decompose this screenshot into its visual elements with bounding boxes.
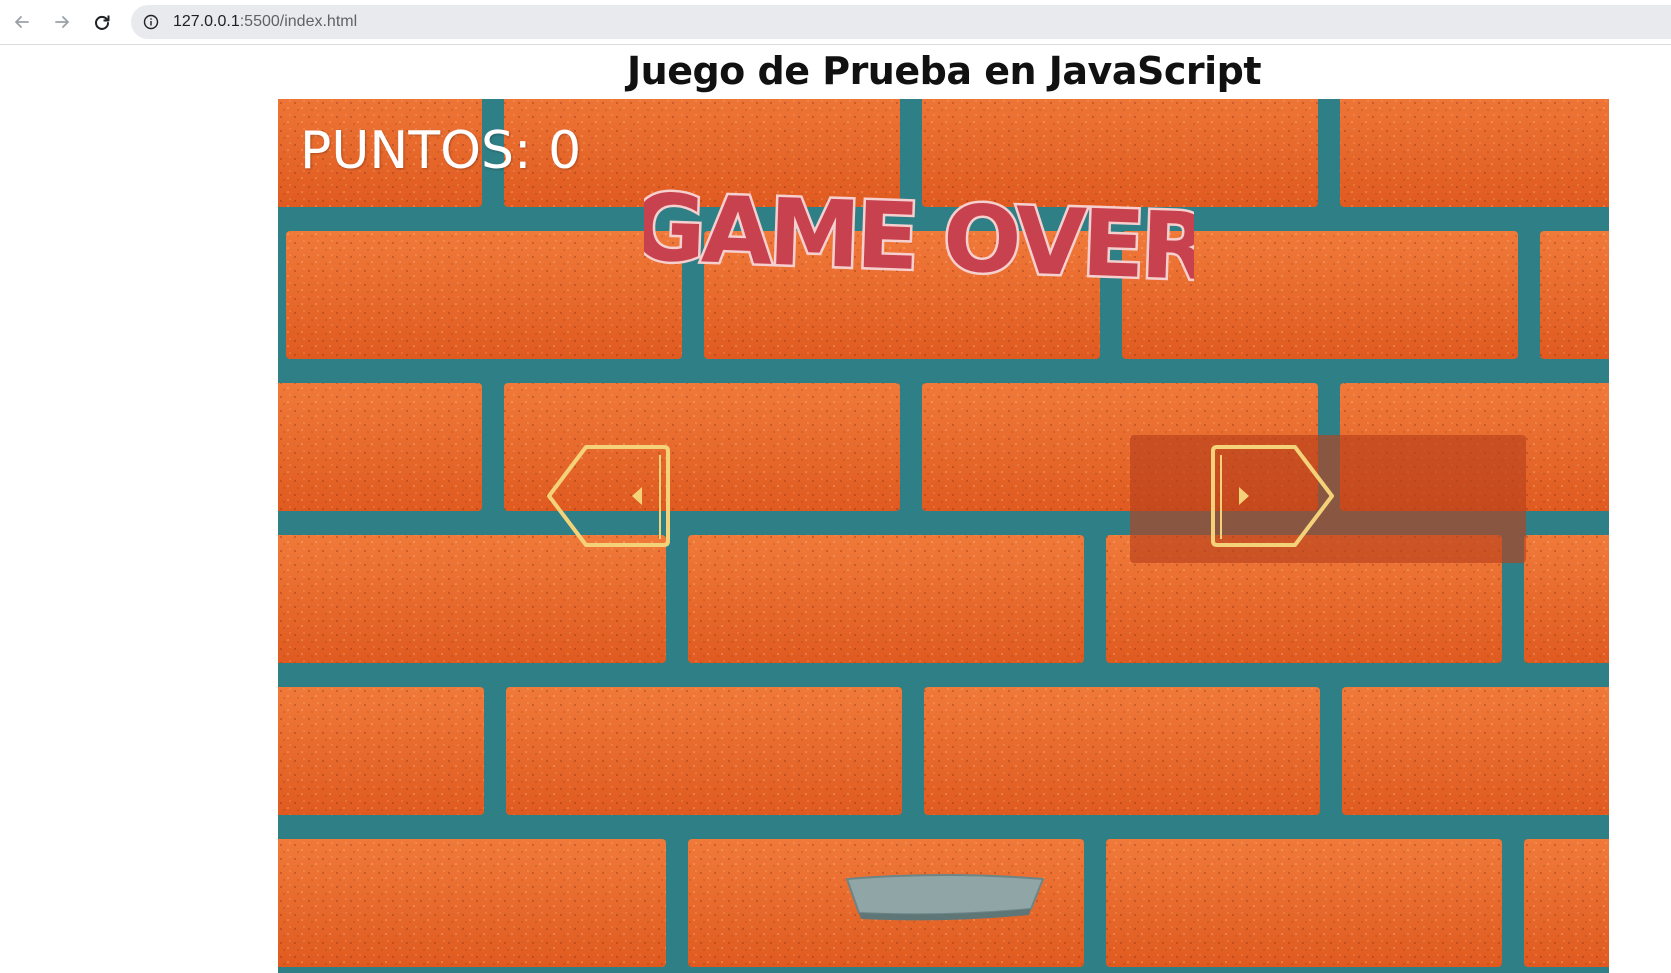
forward-button[interactable] [46, 6, 78, 38]
reload-icon [95, 15, 110, 30]
url-path: :5500/index.html [239, 13, 358, 30]
move-right-button[interactable] [1209, 443, 1335, 549]
brick-texture [1106, 839, 1502, 967]
left-arrow-tag-icon [547, 445, 670, 547]
reload-button[interactable] [86, 6, 118, 38]
brick-texture [278, 535, 666, 663]
brick-texture [924, 687, 1320, 815]
brick-texture [286, 231, 682, 359]
arrow-right-icon [55, 16, 69, 28]
brick-texture [278, 839, 666, 967]
page-title: Juego de Prueba en JavaScript [627, 49, 1261, 93]
paddle [845, 874, 1045, 921]
move-left-button[interactable] [546, 443, 672, 549]
right-arrow-tag-icon [1211, 445, 1334, 547]
address-bar[interactable]: 127.0.0.1:5500/index.html [131, 5, 1671, 39]
brick-texture [1342, 687, 1609, 815]
brick-texture [1524, 535, 1609, 663]
brick-texture [1540, 231, 1609, 359]
brick-texture [1524, 839, 1609, 967]
url-host: 127.0.0.1 [173, 13, 240, 30]
brick-texture [1340, 99, 1609, 207]
url-text[interactable]: 127.0.0.1:5500/index.html [173, 5, 357, 39]
brick-texture [506, 687, 902, 815]
brick-texture [278, 383, 482, 511]
game-over-banner: GAME OVER [644, 177, 1194, 297]
brick-texture [278, 687, 484, 815]
score-label: PUNTOS: 0 [300, 121, 582, 181]
back-button[interactable] [6, 6, 38, 38]
info-icon[interactable] [143, 14, 159, 30]
game-canvas[interactable]: PUNTOS: 0 GAME OVER [278, 99, 1609, 973]
game-over-text: GAME OVER [644, 177, 1194, 297]
brick-texture [688, 535, 1084, 663]
arrow-left-icon [15, 16, 29, 28]
browser-toolbar: 127.0.0.1:5500/index.html [0, 0, 1671, 45]
